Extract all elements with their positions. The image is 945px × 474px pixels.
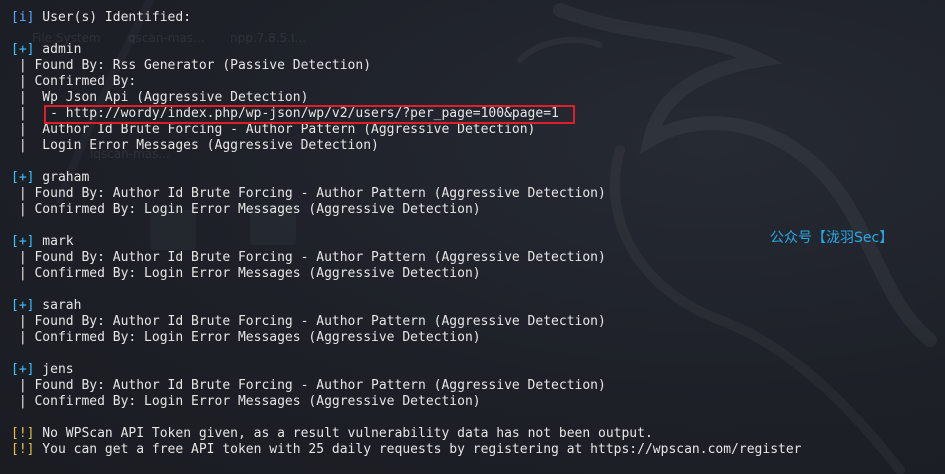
plus-tag: [+] <box>11 42 35 57</box>
detail-line: | Found By: Author Id Brute Forcing - Au… <box>11 186 606 201</box>
user-name: jens <box>34 362 74 377</box>
heading-text: User(s) Identified: <box>34 10 192 25</box>
warning-text: You can get a free API token with 25 dai… <box>34 442 802 457</box>
terminal-window[interactable]: File System qscan-mas... npp.7.8.5.I... … <box>0 0 945 474</box>
terminal-output[interactable]: [i] User(s) Identified: [+] admin | Foun… <box>11 10 802 458</box>
info-tag: [i] <box>11 10 35 25</box>
detail-line: | Confirmed By: Login Error Messages (Ag… <box>11 202 481 217</box>
warning-line: [!] No WPScan API Token given, as a resu… <box>11 426 802 442</box>
user-entry-sarah: [+] sarah <box>11 298 802 314</box>
detail-line: | Author Id Brute Forcing - Author Patte… <box>11 122 536 137</box>
user-entry-mark: [+] mark <box>11 234 802 250</box>
user-name: admin <box>34 42 82 57</box>
detail-line: | Found By: Author Id Brute Forcing - Au… <box>11 250 606 265</box>
users-identified-heading: [i] User(s) Identified: <box>11 10 802 26</box>
user-entry-graham: [+] graham <box>11 170 802 186</box>
plus-tag: [+] <box>11 170 35 185</box>
watermark-text: 公众号【泷羽Sec】 <box>770 230 894 246</box>
warning-tag: [!] <box>11 442 35 457</box>
plus-tag: [+] <box>11 298 35 313</box>
user-name: sarah <box>34 298 82 313</box>
detail-line: | Confirmed By: <box>11 74 137 89</box>
user-entry-jens: [+] jens <box>11 362 802 378</box>
detail-line: | Confirmed By: Login Error Messages (Ag… <box>11 394 481 409</box>
detail-line: | Confirmed By: Login Error Messages (Ag… <box>11 266 481 281</box>
detail-line: | Found By: Author Id Brute Forcing - Au… <box>11 314 606 329</box>
detail-line: | Confirmed By: Login Error Messages (Ag… <box>11 330 481 345</box>
user-name: graham <box>34 170 90 185</box>
plus-tag: [+] <box>11 362 35 377</box>
detail-line: | Found By: Rss Generator (Passive Detec… <box>11 58 372 73</box>
user-entry-admin: [+] admin <box>11 42 802 58</box>
plus-tag: [+] <box>11 234 35 249</box>
detail-line: | Wp Json Api (Aggressive Detection) <box>11 90 309 105</box>
detail-line: | Login Error Messages (Aggressive Detec… <box>11 138 379 153</box>
detail-line: | Found By: Author Id Brute Forcing - Au… <box>11 378 606 393</box>
user-name: mark <box>34 234 74 249</box>
warning-tag: [!] <box>11 426 35 441</box>
warning-line: [!] You can get a free API token with 25… <box>11 442 802 458</box>
warning-text: No WPScan API Token given, as a result v… <box>34 426 653 441</box>
url-highlight-box <box>44 105 575 124</box>
